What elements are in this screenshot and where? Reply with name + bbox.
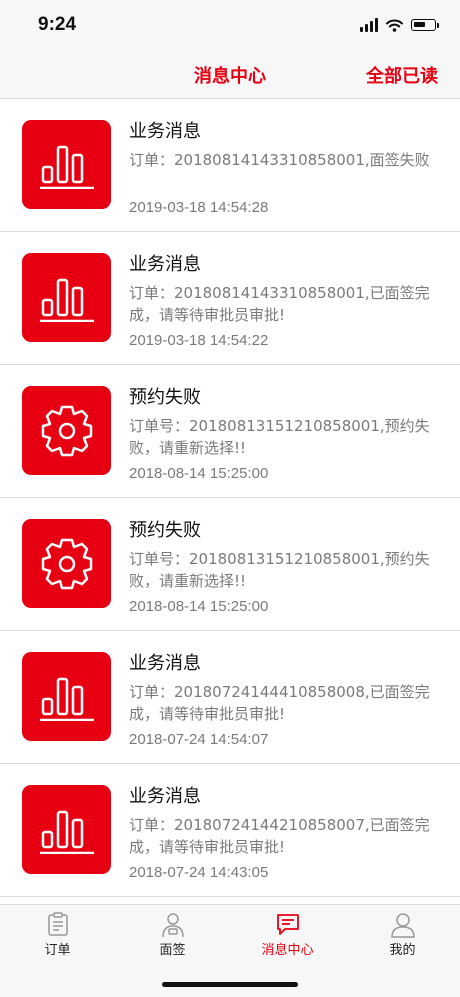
gear-icon	[22, 519, 111, 608]
message-time: 2018-08-14 15:25:00	[129, 465, 269, 482]
message-title: 业务消息	[129, 254, 201, 275]
message-body: 订单：2018072414441085800​8,已面签完成，请等待审批员审批!	[129, 683, 430, 723]
tab-label: 我的	[389, 943, 416, 958]
message-body: 订单：2018081414331085800​1,已面签完成，请等待审批员审批!	[129, 284, 430, 324]
bar-chart-icon	[22, 652, 111, 741]
message-icon	[276, 914, 299, 935]
tab-mine[interactable]: 我的	[345, 905, 460, 965]
cellular-signal-icon	[360, 18, 378, 32]
battery-icon	[411, 19, 439, 31]
user-icon	[390, 913, 415, 938]
message-item[interactable]: 业务消息 订单：2018072414441085800​8,已面签完成，请等待审…	[0, 631, 460, 764]
tab-interview[interactable]: 面签	[115, 905, 230, 965]
wifi-icon	[386, 19, 403, 32]
message-title: 业务消息	[129, 786, 201, 807]
message-item[interactable]: 预约失败 订单号：2018081315121085800​1,预约失败，请重新选…	[0, 498, 460, 631]
message-time: 2019-03-18 14:54:28	[129, 199, 269, 216]
status-time: 9:24	[38, 14, 77, 35]
message-list: 业务消息 订单：2018081414331085800​1,面签失败 2019-…	[0, 99, 460, 897]
nav-bar: 消息中心 全部已读	[0, 52, 460, 99]
message-title: 业务消息	[129, 121, 201, 142]
tab-label: 面签	[159, 943, 186, 958]
clipboard-icon	[47, 912, 68, 936]
mark-all-read-button[interactable]: 全部已读	[366, 62, 438, 88]
message-body: 订单：2018072414421085800​7,已面签完成，请等待审批员审批!	[129, 816, 430, 856]
status-icons	[360, 18, 439, 32]
message-item[interactable]: 业务消息 订单：2018081414331085800​1,已面签完成，请等待审…	[0, 232, 460, 365]
message-title: 预约失败	[129, 387, 201, 408]
bar-chart-icon	[22, 253, 111, 342]
message-body: 订单号：2018081315121085800​1,预约失败，请重新选择!!	[129, 417, 430, 457]
tab-orders[interactable]: 订单	[0, 905, 115, 965]
status-bar: 9:24	[0, 0, 460, 52]
message-time: 2019-03-18 14:54:22	[129, 332, 269, 349]
home-indicator	[162, 982, 298, 987]
gear-icon	[22, 386, 111, 475]
message-time: 2018-07-24 14:54:07	[129, 731, 269, 748]
bar-chart-icon	[22, 120, 111, 209]
tab-label: 消息中心	[261, 943, 314, 958]
message-time: 2018-08-14 15:25:00	[129, 598, 269, 615]
message-time: 2018-07-24 14:43:05	[129, 864, 269, 881]
message-body: 订单号：2018081315121085800​1,预约失败，请重新选择!!	[129, 550, 430, 590]
bar-chart-icon	[22, 785, 111, 874]
message-item[interactable]: 业务消息 订单：2018072414421085800​7,已面签完成，请等待审…	[0, 764, 460, 897]
message-item[interactable]: 预约失败 订单号：2018081315121085800​1,预约失败，请重新选…	[0, 365, 460, 498]
message-item[interactable]: 业务消息 订单：2018081414331085800​1,面签失败 2019-…	[0, 99, 460, 232]
tab-label: 订单	[44, 943, 71, 958]
message-title: 业务消息	[129, 653, 201, 674]
message-body: 订单：2018081414331085800​1,面签失败	[129, 151, 430, 169]
tab-message-center[interactable]: 消息中心	[230, 905, 345, 965]
person-sign-icon	[161, 913, 184, 938]
message-title: 预约失败	[129, 520, 201, 541]
